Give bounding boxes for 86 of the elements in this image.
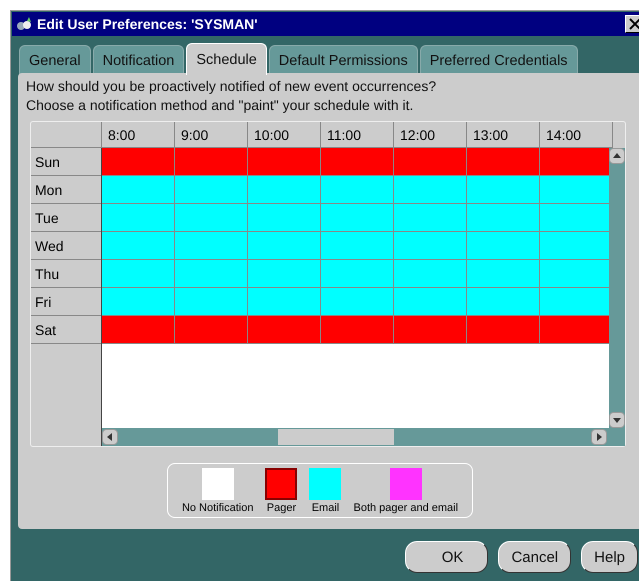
schedule-cell[interactable] [321, 260, 394, 288]
schedule-cell[interactable] [467, 260, 540, 288]
schedule-cell[interactable] [321, 176, 394, 204]
schedule-cell[interactable] [394, 148, 467, 176]
vertical-scrollbar[interactable] [609, 148, 625, 428]
schedule-cell[interactable] [248, 204, 321, 232]
day-header: Wed [31, 232, 101, 260]
schedule-cell[interactable] [102, 176, 175, 204]
scroll-right-icon[interactable] [591, 429, 607, 445]
color-swatch[interactable] [390, 468, 422, 500]
schedule-cell[interactable] [321, 232, 394, 260]
schedule-cell[interactable] [248, 260, 321, 288]
legend-label: Pager [266, 502, 296, 514]
legend-label: Email [312, 502, 340, 514]
schedule-cell[interactable] [540, 232, 609, 260]
schedule-cell[interactable] [394, 176, 467, 204]
legend-label: Both pager and email [353, 502, 458, 514]
legend-label: No Notification [182, 502, 254, 514]
schedule-cell[interactable] [467, 232, 540, 260]
color-swatch[interactable] [309, 468, 342, 500]
scroll-up-icon[interactable] [609, 148, 625, 164]
schedule-cell[interactable] [175, 148, 248, 176]
day-header: Fri [31, 288, 101, 316]
window-title: Edit User Preferences: 'SYSMAN' [37, 16, 259, 32]
schedule-cell[interactable] [321, 288, 394, 316]
day-header: Thu [31, 260, 101, 288]
schedule-cell[interactable] [321, 204, 394, 232]
schedule-cell[interactable] [175, 260, 248, 288]
color-swatch[interactable] [202, 468, 234, 500]
tab[interactable]: General [19, 45, 91, 75]
horizontal-scrollbar[interactable] [102, 428, 625, 446]
schedule-cell[interactable] [394, 204, 467, 232]
schedule-cell[interactable] [102, 288, 175, 316]
schedule-cell[interactable] [248, 148, 321, 176]
day-header: Tue [31, 204, 101, 232]
schedule-cell[interactable] [248, 176, 321, 204]
close-icon [629, 18, 639, 30]
tab[interactable]: Default Permissions [268, 45, 418, 75]
schedule-cell[interactable] [540, 176, 609, 204]
scroll-down-icon[interactable] [609, 412, 625, 428]
schedule-cell[interactable] [102, 316, 175, 344]
day-header: Mon [31, 176, 101, 204]
day-header: Sat [31, 316, 101, 344]
app-icon [16, 16, 34, 32]
schedule-cell[interactable] [175, 288, 248, 316]
schedule-cell[interactable] [394, 232, 467, 260]
schedule-cell[interactable] [394, 288, 467, 316]
schedule-cell[interactable] [540, 148, 609, 176]
schedule-cell[interactable] [467, 176, 540, 204]
dialog-button[interactable]: Cancel [498, 541, 572, 573]
day-header: Sun [31, 148, 101, 176]
color-swatch[interactable] [265, 468, 298, 500]
close-button[interactable] [625, 15, 639, 33]
schedule-cell[interactable] [102, 204, 175, 232]
schedule-cell[interactable] [467, 316, 540, 344]
scroll-left-icon[interactable] [102, 429, 118, 445]
schedule-cell[interactable] [467, 204, 540, 232]
scroll-thumb[interactable] [278, 429, 394, 445]
schedule-cell[interactable] [321, 148, 394, 176]
instruction-text: How should you be proactively notified of new event occurrences? [26, 77, 438, 96]
schedule-cell[interactable] [248, 288, 321, 316]
tab[interactable]: Notification [92, 45, 184, 75]
dialog-button[interactable]: Help [581, 541, 638, 573]
schedule-cell[interactable] [102, 260, 175, 288]
schedule-cell[interactable] [540, 260, 609, 288]
schedule-cell[interactable] [467, 148, 540, 176]
grid-corner [31, 122, 102, 148]
schedule-cell[interactable] [540, 288, 609, 316]
instruction-text: Choose a notification method and "paint" your schedule with it. [26, 96, 414, 115]
schedule-cell[interactable] [102, 148, 175, 176]
schedule-cell[interactable] [467, 288, 540, 316]
dialog-button[interactable]: OK [404, 541, 488, 573]
schedule-cell[interactable] [102, 232, 175, 260]
tab[interactable]: Schedule [186, 43, 267, 75]
schedule-cell[interactable] [321, 316, 394, 344]
schedule-cell[interactable] [540, 204, 609, 232]
schedule-cell[interactable] [248, 232, 321, 260]
schedule-cell[interactable] [394, 316, 467, 344]
schedule-cell[interactable] [540, 316, 609, 344]
tab[interactable]: Preferred Credentials [420, 45, 578, 75]
schedule-cell[interactable] [175, 204, 248, 232]
schedule-cell[interactable] [175, 176, 248, 204]
schedule-cell[interactable] [175, 232, 248, 260]
schedule-cell[interactable] [175, 316, 248, 344]
schedule-cell[interactable] [248, 316, 321, 344]
schedule-cell[interactable] [394, 260, 467, 288]
